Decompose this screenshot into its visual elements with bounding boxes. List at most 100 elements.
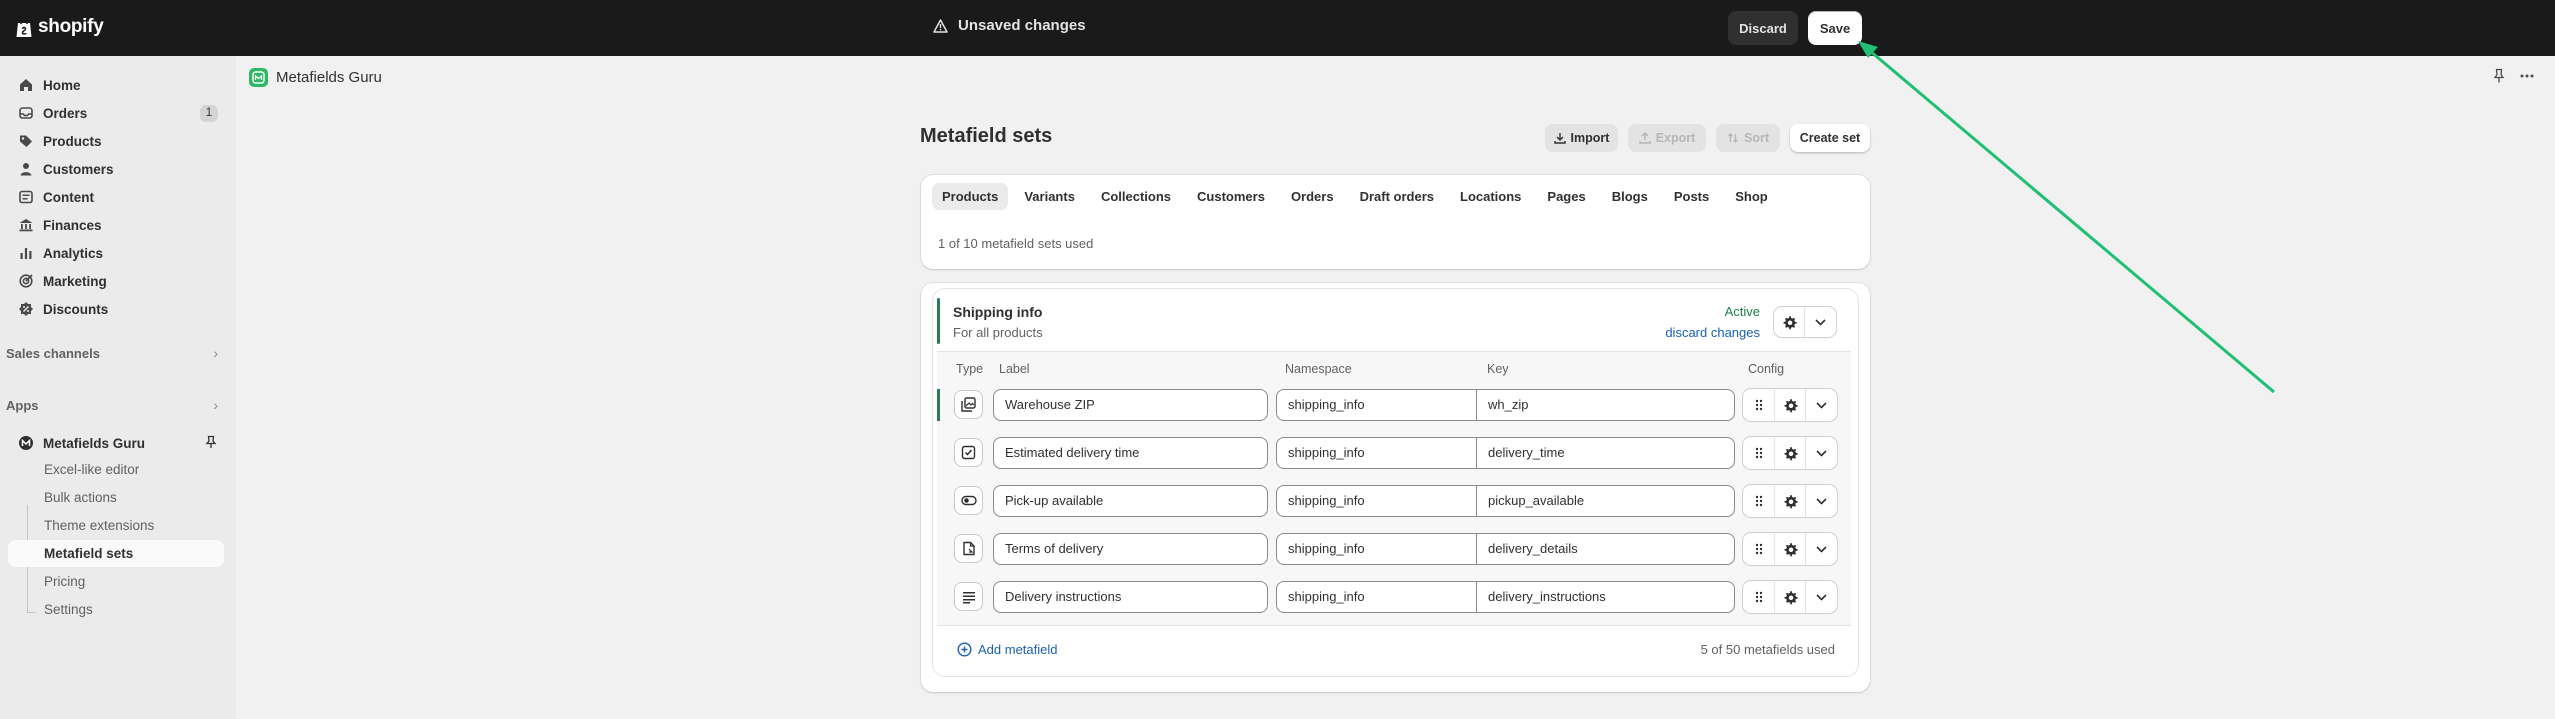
drag-handle[interactable] [1743, 437, 1774, 469]
import-button[interactable]: Import [1545, 124, 1618, 152]
namespace-input[interactable]: shipping_info [1276, 437, 1477, 469]
row-settings-button[interactable] [1774, 581, 1805, 613]
shopify-logo[interactable]: shopify [15, 16, 104, 38]
sidebar-subitem-settings[interactable]: Settings [44, 602, 93, 617]
sidebar-item-marketing[interactable]: Marketing [8, 268, 224, 294]
sidebar-item-orders[interactable]: Orders 1 [8, 100, 224, 126]
sidebar-subitem-bulk-actions[interactable]: Bulk actions [44, 490, 117, 505]
tab-pages[interactable]: Pages [1537, 183, 1595, 210]
drag-handle[interactable] [1743, 485, 1774, 517]
sidebar-item-label: Home [43, 77, 81, 93]
set-expand-button[interactable] [1805, 307, 1836, 337]
pin-icon[interactable] [2492, 68, 2506, 84]
tab-orders[interactable]: Orders [1281, 183, 1344, 210]
sidebar-item-content[interactable]: Content [8, 184, 224, 210]
gear-icon [1784, 542, 1798, 556]
drag-handle-icon [1755, 591, 1762, 603]
export-button[interactable]: Export [1628, 124, 1706, 152]
label-input[interactable]: Estimated delivery time [993, 437, 1268, 469]
row-settings-button[interactable] [1774, 437, 1805, 469]
tab-draft-orders[interactable]: Draft orders [1350, 183, 1444, 210]
type-button[interactable] [955, 439, 982, 466]
sidebar-item-analytics[interactable]: Analytics [8, 240, 224, 266]
row-settings-button[interactable] [1774, 533, 1805, 565]
tab-customers[interactable]: Customers [1187, 183, 1275, 210]
label-input[interactable]: Delivery instructions [993, 581, 1268, 613]
drag-handle[interactable] [1743, 581, 1774, 613]
sidebar-item-discounts[interactable]: Discounts [8, 296, 224, 322]
sidebar-item-label: Products [43, 133, 102, 149]
sidebar-item-customers[interactable]: Customers [8, 156, 224, 182]
key-input[interactable]: pickup_available [1476, 485, 1735, 517]
key-input[interactable]: delivery_time [1476, 437, 1735, 469]
drag-handle-icon [1755, 447, 1762, 459]
tab-collections[interactable]: Collections [1091, 183, 1181, 210]
tag-icon [20, 135, 32, 147]
pin-icon[interactable] [204, 435, 218, 449]
chevron-down-icon [1815, 497, 1827, 505]
add-metafield-button[interactable]: Add metafield [957, 642, 1058, 657]
download-icon [1553, 133, 1566, 144]
row-expand-button[interactable] [1805, 389, 1836, 421]
add-metafield-label: Add metafield [978, 642, 1058, 657]
create-set-button[interactable]: Create set [1790, 124, 1870, 152]
row-expand-button[interactable] [1805, 485, 1836, 517]
sidebar-subitem-excel-like-editor[interactable]: Excel-like editor [44, 462, 139, 477]
type-button[interactable] [955, 535, 982, 562]
namespace-input[interactable]: shipping_info [1276, 485, 1477, 517]
drag-handle-icon [1755, 495, 1762, 507]
sidebar-item-label: Metafields Guru [43, 435, 146, 451]
apps-section[interactable]: Apps › [6, 397, 218, 413]
namespace-input[interactable]: shipping_info [1276, 389, 1477, 421]
set-name: Shipping info [953, 304, 1043, 320]
drag-handle[interactable] [1743, 533, 1774, 565]
label-input[interactable]: Pick-up available [993, 485, 1268, 517]
tab-locations[interactable]: Locations [1450, 183, 1531, 210]
column-header-key: Key [1487, 362, 1509, 376]
tab-posts[interactable]: Posts [1664, 183, 1719, 210]
sidebar-item-metafields-guru[interactable]: Metafields Guru [8, 430, 224, 456]
metafields-guru-app-icon [19, 436, 33, 450]
home-icon [20, 79, 32, 91]
row-settings-button[interactable] [1774, 485, 1805, 517]
row-expand-button[interactable] [1805, 437, 1836, 469]
label-input[interactable]: Warehouse ZIP [993, 389, 1268, 421]
sidebar-item-home[interactable]: Home [8, 72, 224, 98]
label-input[interactable]: Terms of delivery [993, 533, 1268, 565]
tab-products[interactable]: Products [932, 183, 1009, 210]
sales-channels-section[interactable]: Sales channels › [6, 345, 218, 361]
key-input[interactable]: delivery_details [1476, 533, 1735, 565]
set-settings-button[interactable] [1774, 307, 1805, 337]
sidebar-subitem-theme-extensions[interactable]: Theme extensions [44, 518, 154, 533]
chevron-down-icon [1815, 318, 1826, 326]
key-input[interactable]: delivery_instructions [1476, 581, 1735, 613]
type-button[interactable] [955, 391, 982, 418]
row-expand-button[interactable] [1805, 581, 1836, 613]
more-actions-icon[interactable] [2519, 68, 2535, 84]
discard-button[interactable]: Discard [1728, 11, 1798, 45]
sidebar-item-products[interactable]: Products [8, 128, 224, 154]
sales-channels-label: Sales channels [6, 345, 100, 361]
key-input[interactable]: wh_zip [1476, 389, 1735, 421]
sets-used-count: 1 of 10 metafield sets used [938, 236, 1094, 251]
drag-handle[interactable] [1743, 389, 1774, 421]
tab-shop[interactable]: Shop [1725, 183, 1778, 210]
namespace-input[interactable]: shipping_info [1276, 533, 1477, 565]
save-button[interactable]: Save [1808, 11, 1862, 45]
discard-changes-link[interactable]: discard changes [1665, 325, 1760, 340]
type-button[interactable] [955, 487, 982, 514]
gear-icon [1784, 398, 1798, 412]
tab-variants[interactable]: Variants [1014, 183, 1085, 210]
sidebar-item-finances[interactable]: Finances [8, 212, 224, 238]
sidebar-subitem-pricing[interactable]: Pricing [44, 574, 85, 589]
import-label: Import [1570, 131, 1610, 145]
bank-icon [19, 219, 33, 232]
namespace-input[interactable]: shipping_info [1276, 581, 1477, 613]
row-settings-button[interactable] [1774, 389, 1805, 421]
type-button[interactable] [955, 583, 982, 610]
row-expand-button[interactable] [1805, 533, 1836, 565]
chevron-down-icon [1815, 593, 1827, 601]
tab-blogs[interactable]: Blogs [1602, 183, 1658, 210]
sidebar-subitem-metafield-sets[interactable]: Metafield sets [8, 540, 224, 567]
sort-button[interactable]: Sort [1716, 124, 1780, 152]
